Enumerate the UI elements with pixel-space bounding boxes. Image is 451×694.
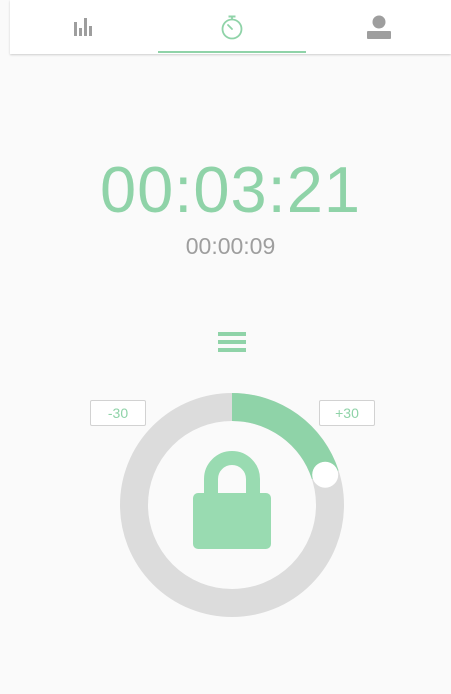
- selected-tab-indicator: [158, 51, 306, 53]
- tab-profile[interactable]: [306, 0, 451, 54]
- dial-knob[interactable]: [312, 461, 339, 488]
- tab-bar: [10, 0, 451, 54]
- app-screen: 00:03:21 00:00:09 -30 +30: [0, 0, 451, 694]
- hamburger-menu-icon[interactable]: [218, 330, 246, 354]
- bar-chart-icon: [74, 18, 92, 36]
- tab-timer[interactable]: [158, 0, 306, 54]
- elapsed-time-display: 00:03:21: [99, 153, 362, 226]
- stopwatch-icon: [221, 15, 243, 40]
- timer-dial[interactable]: [120, 393, 344, 617]
- lap-time-display: 00:00:09: [185, 233, 276, 259]
- user-icon: [366, 15, 391, 39]
- padlock-icon[interactable]: [193, 451, 271, 549]
- tab-stats[interactable]: [10, 0, 158, 54]
